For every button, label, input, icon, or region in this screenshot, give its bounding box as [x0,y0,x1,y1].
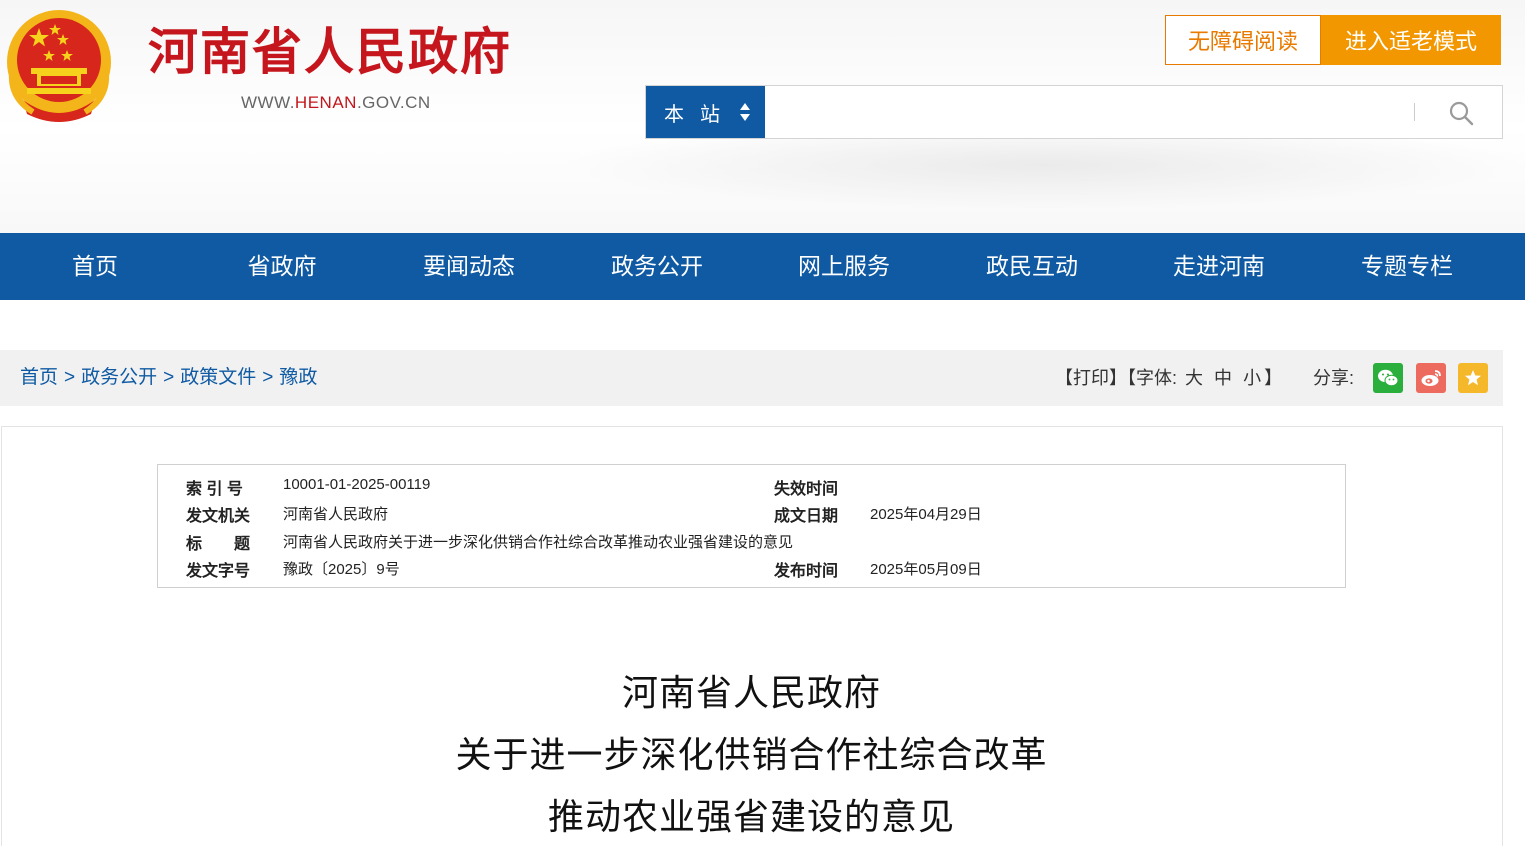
breadcrumb: 首页 > 政务公开 > 政策文件 > 豫政 [20,350,317,406]
font-large-button[interactable]: 大 [1185,368,1203,388]
elder-mode-button[interactable]: 进入适老模式 [1321,15,1501,65]
search-box: 本站 [645,85,1503,139]
meta-index-value: 10001-01-2025-00119 [283,476,431,493]
font-small-button[interactable]: 小 [1243,368,1261,388]
accessibility-reading-button[interactable]: 无障碍阅读 [1165,15,1321,65]
nav-item-home[interactable]: 首页 [15,233,175,300]
site-url-suffix: .GOV.CN [356,93,431,112]
meta-created-label: 成文日期 [774,508,839,525]
breadcrumb-separator: > [163,367,175,388]
share-weibo-button[interactable] [1416,363,1446,393]
share-wechat-button[interactable] [1373,363,1403,393]
breadcrumb-separator: > [262,367,274,388]
print-button[interactable]: 【打印】 [1055,368,1127,388]
national-emblem-icon [7,10,111,122]
meta-publish-label: 发布时间 [774,563,839,580]
search-icon[interactable] [1448,100,1474,126]
meta-docno-label: 发文字号 [186,563,251,580]
nav-item-interaction[interactable]: 政民互动 [952,233,1112,300]
meta-issuer-value: 河南省人民政府 [283,506,389,523]
nav-item-about-henan[interactable]: 走进河南 [1139,233,1299,300]
document-title-line-2: 关于进一步深化供销合作社综合改革 [455,735,1048,776]
search-divider [1414,103,1415,121]
breadcrumb-policy-documents[interactable]: 政策文件 [180,367,256,388]
document-meta-table: 索 引 号 10001-01-2025-00119 失效时间 发文机关 河南省人… [157,464,1346,588]
nav-item-provincial-government[interactable]: 省政府 [202,233,362,300]
meta-index-label: 索 引 号 [186,481,243,498]
breadcrumb-home[interactable]: 首页 [20,367,58,388]
search-input[interactable] [766,86,1406,138]
site-header: 河南省人民政府 WWW.HENAN.GOV.CN 无障碍阅读 进入适老模式 本站 [0,0,1525,233]
meta-title-value: 河南省人民政府关于进一步深化供销合作社综合改革推动农业强省建设的意见 [283,534,794,551]
search-scope-label: 本站 [664,103,736,126]
main-nav: 首页 省政府 要闻动态 政务公开 网上服务 政民互动 走进河南 专题专栏 [0,233,1525,300]
font-medium-button[interactable]: 中 [1214,368,1232,388]
meta-created-value: 2025年04月29日 [870,506,982,523]
sort-arrows-icon [740,103,750,121]
document-title-line-1: 河南省人民政府 [621,673,881,714]
nav-item-online-services[interactable]: 网上服务 [764,233,924,300]
meta-title-label: 标 题 [186,536,251,553]
site-url-prefix: WWW. [241,93,295,112]
font-size-suffix: 】 [1264,368,1283,388]
document-title-line-3: 推动农业强省建设的意见 [547,797,955,838]
meta-expire-label: 失效时间 [774,481,839,498]
page-tools: 【打印】【字体: 大 中 小】 [1055,350,1282,406]
breadcrumb-yuzheng[interactable]: 豫政 [279,367,317,388]
meta-issuer-label: 发文机关 [186,508,251,525]
site-title[interactable]: 河南省人民政府 [148,20,512,84]
share-favorite-button[interactable] [1458,363,1488,393]
font-size-prefix: 【字体: [1127,368,1178,388]
site-url: WWW.HENAN.GOV.CN [241,93,431,113]
breadcrumb-bar: 首页 > 政务公开 > 政策文件 > 豫政 【打印】【字体: 大 中 小】 分享: [0,350,1503,406]
meta-publish-value: 2025年05月09日 [870,561,982,578]
nav-item-government-affairs[interactable]: 政务公开 [577,233,737,300]
meta-docno-value: 豫政〔2025〕9号 [283,561,400,578]
site-url-domain: HENAN [294,93,357,112]
nav-item-special-topics[interactable]: 专题专栏 [1327,233,1487,300]
nav-item-news[interactable]: 要闻动态 [389,233,549,300]
weibo-icon [1421,370,1441,386]
wechat-icon [1378,369,1399,387]
breadcrumb-separator: > [64,367,76,388]
breadcrumb-government-affairs[interactable]: 政务公开 [81,367,157,388]
search-scope-select[interactable]: 本站 [646,86,765,138]
share-label: 分享: [1313,368,1355,388]
star-icon [1465,370,1481,386]
